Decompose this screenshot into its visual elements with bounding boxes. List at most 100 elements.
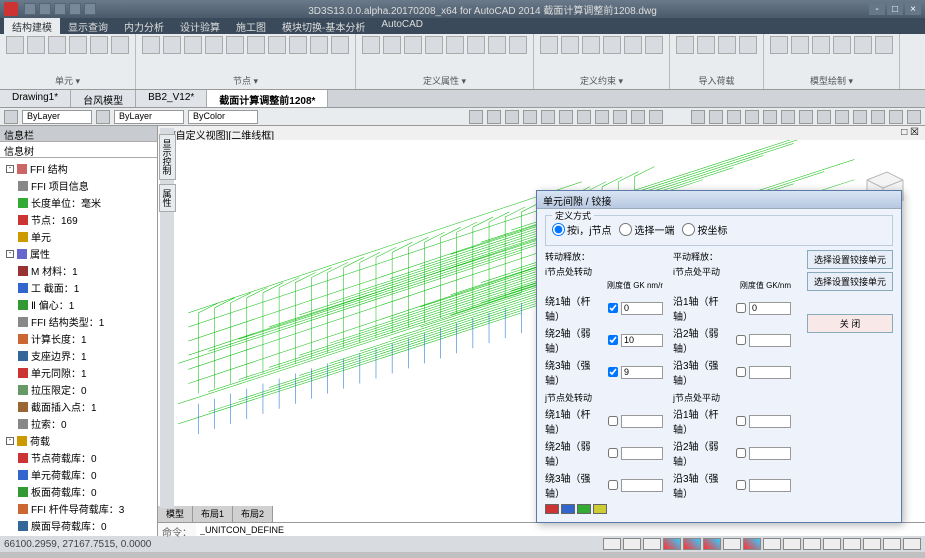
ribbon-tab[interactable]: 显示查询 (60, 18, 116, 34)
qat-undo-icon[interactable] (69, 3, 81, 15)
tree-node[interactable]: 单元荷载库：0 (2, 466, 155, 483)
color-select[interactable]: ByLayer (114, 110, 184, 124)
select-elements-button[interactable]: 选择设置铰接单元 (807, 250, 893, 269)
ribbon-tool[interactable] (69, 36, 87, 54)
sb-icon[interactable] (863, 538, 881, 550)
tool-icon[interactable] (631, 110, 645, 124)
tree-node[interactable]: -属性 (2, 245, 155, 262)
tool-icon[interactable] (649, 110, 663, 124)
ribbon-tool[interactable] (812, 36, 830, 54)
tool-icon[interactable] (871, 110, 885, 124)
ribbon-tool[interactable] (509, 36, 527, 54)
select-elements-button-2[interactable]: 选择设置铰接单元 (807, 272, 893, 291)
tool-icon[interactable] (853, 110, 867, 124)
close-dialog-button[interactable]: 关 闭 (807, 314, 893, 333)
color-icon[interactable] (96, 110, 110, 124)
vside-tab[interactable]: 显示控制 (159, 134, 176, 180)
trans-j-a3-check[interactable] (736, 480, 746, 490)
trans-j-a1-check[interactable] (736, 416, 746, 426)
ribbon-tool[interactable] (676, 36, 694, 54)
ribbon-tool[interactable] (770, 36, 788, 54)
trans-i-a2-value[interactable] (749, 334, 791, 347)
ribbon-tool[interactable] (467, 36, 485, 54)
tree-node[interactable]: 节点荷载库：0 (2, 449, 155, 466)
tool-icon[interactable] (817, 110, 831, 124)
ribbon-tool[interactable] (854, 36, 872, 54)
qat-open-icon[interactable] (39, 3, 51, 15)
tree-node[interactable]: FFI 项目信息 (2, 177, 155, 194)
ribbon-tool[interactable] (540, 36, 558, 54)
linetype-select[interactable]: ByColor (188, 110, 258, 124)
ribbon-tab[interactable]: 施工图 (228, 18, 274, 34)
sb-icon[interactable] (703, 538, 721, 550)
ribbon-tool[interactable] (6, 36, 24, 54)
ribbon-tab[interactable]: 内力分析 (116, 18, 172, 34)
ribbon-tool[interactable] (488, 36, 506, 54)
command-input[interactable] (196, 523, 925, 536)
ribbon-tool[interactable] (90, 36, 108, 54)
tool-icon[interactable] (541, 110, 555, 124)
sb-icon[interactable] (663, 538, 681, 550)
sb-icon[interactable] (683, 538, 701, 550)
tool-icon[interactable] (781, 110, 795, 124)
tool-icon[interactable] (505, 110, 519, 124)
tool-icon[interactable] (745, 110, 759, 124)
tool-icon[interactable] (709, 110, 723, 124)
sb-icon[interactable] (843, 538, 861, 550)
tool-icon[interactable] (907, 110, 921, 124)
sb-icon[interactable] (603, 538, 621, 550)
tool-icon[interactable] (727, 110, 741, 124)
rot-j-a2-value[interactable] (621, 447, 663, 460)
info-tree[interactable]: -FFI 结构FFI 项目信息长度单位：毫米节点：169单元-属性M 材料：1工… (0, 158, 157, 536)
ribbon-tool[interactable] (310, 36, 328, 54)
ribbon-tab[interactable]: 模块切换-基本分析 (274, 18, 373, 34)
rot-j-a3-value[interactable] (621, 479, 663, 492)
tool-icon[interactable] (595, 110, 609, 124)
trans-i-a1-check[interactable] (736, 303, 746, 313)
layout-tab[interactable]: 布局2 (233, 506, 273, 522)
ribbon-tool[interactable] (142, 36, 160, 54)
tool-icon[interactable] (889, 110, 903, 124)
layer-icon[interactable] (4, 110, 18, 124)
tree-root[interactable]: 信息树 (0, 142, 157, 158)
ribbon-tool[interactable] (791, 36, 809, 54)
sb-icon[interactable] (763, 538, 781, 550)
ribbon-tool[interactable] (247, 36, 265, 54)
tree-node[interactable]: 工 截面：1 (2, 279, 155, 296)
tool-icon[interactable] (523, 110, 537, 124)
minimize-button[interactable]: - (869, 3, 885, 15)
sb-icon[interactable] (883, 538, 901, 550)
ribbon-tool[interactable] (268, 36, 286, 54)
sb-icon[interactable] (623, 538, 641, 550)
rot-i-a2-check[interactable] (608, 335, 618, 345)
rot-j-a3-check[interactable] (608, 480, 618, 490)
trans-i-a3-check[interactable] (736, 367, 746, 377)
tool-icon[interactable] (577, 110, 591, 124)
trans-j-a2-value[interactable] (749, 447, 791, 460)
ribbon-tab[interactable]: 设计验算 (172, 18, 228, 34)
document-tab[interactable]: 台风模型 (71, 90, 136, 107)
sb-icon[interactable] (643, 538, 661, 550)
layout-tab[interactable]: 模型 (158, 506, 193, 522)
maximize-button[interactable]: □ (887, 3, 903, 15)
layer-select[interactable]: ByLayer (22, 110, 92, 124)
ribbon-tool[interactable] (582, 36, 600, 54)
ribbon-tool[interactable] (425, 36, 443, 54)
sb-icon[interactable] (783, 538, 801, 550)
document-tab[interactable]: Drawing1* (0, 90, 71, 107)
ribbon-tool[interactable] (184, 36, 202, 54)
tree-node[interactable]: 计算长度：1 (2, 330, 155, 347)
ribbon-tool[interactable] (111, 36, 129, 54)
document-tab[interactable]: BB2_V12* (136, 90, 207, 107)
tool-icon[interactable] (763, 110, 777, 124)
layout-tab[interactable]: 布局1 (193, 506, 233, 522)
tree-node[interactable]: M 材料：1 (2, 262, 155, 279)
ribbon-tool[interactable] (718, 36, 736, 54)
ribbon-tool[interactable] (48, 36, 66, 54)
viewport-label[interactable]: [-][自定义视图][二维线框] (164, 127, 274, 139)
sb-icon[interactable] (743, 538, 761, 550)
rot-i-a1-check[interactable] (608, 303, 618, 313)
vside-tab[interactable]: 属性 (159, 184, 176, 212)
tree-node[interactable]: 拉压限定：0 (2, 381, 155, 398)
tree-node[interactable]: 支座边界：1 (2, 347, 155, 364)
